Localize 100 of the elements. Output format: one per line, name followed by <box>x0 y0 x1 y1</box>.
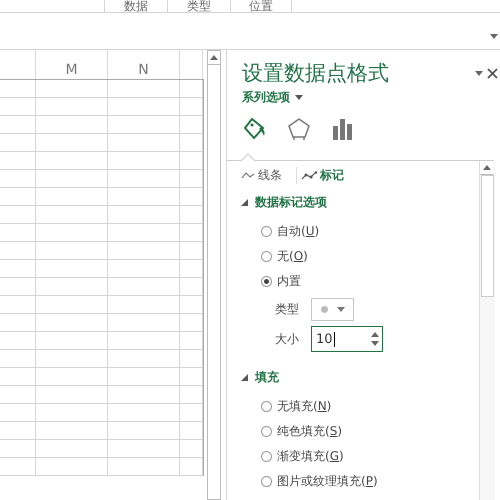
table-cell[interactable] <box>0 260 36 278</box>
table-cell[interactable] <box>0 422 36 440</box>
radio-button[interactable] <box>261 276 272 287</box>
table-cell[interactable] <box>36 332 108 350</box>
scroll-up-button[interactable] <box>480 161 493 175</box>
table-cell[interactable] <box>36 404 108 422</box>
table-cell[interactable] <box>108 332 180 350</box>
table-cell[interactable] <box>0 188 36 206</box>
table-cell[interactable] <box>0 404 36 422</box>
table-cell[interactable] <box>36 116 108 134</box>
table-cell[interactable] <box>108 296 180 314</box>
table-cell[interactable] <box>180 80 203 98</box>
table-cell[interactable] <box>0 80 36 98</box>
table-cell[interactable] <box>180 224 203 242</box>
table-cell[interactable] <box>36 440 108 458</box>
table-cell[interactable] <box>180 242 203 260</box>
table-cell[interactable] <box>180 440 203 458</box>
table-cell[interactable] <box>0 386 36 404</box>
table-cell[interactable] <box>36 350 108 368</box>
table-cell[interactable] <box>180 278 203 296</box>
size-spinner[interactable]: 10 <box>311 326 383 352</box>
table-cell[interactable] <box>180 206 203 224</box>
table-cell[interactable] <box>0 350 36 368</box>
table-cell[interactable] <box>108 80 180 98</box>
table-cell[interactable] <box>180 170 203 188</box>
table-cell[interactable] <box>36 458 108 476</box>
pane-scrollbar[interactable] <box>479 161 495 500</box>
table-cell[interactable] <box>36 80 108 98</box>
table-cell[interactable] <box>180 260 203 278</box>
table-cell[interactable] <box>108 224 180 242</box>
table-cell[interactable] <box>108 260 180 278</box>
table-cell[interactable] <box>108 170 180 188</box>
radio-button[interactable] <box>261 426 272 437</box>
marker-type-dropdown[interactable] <box>311 298 354 320</box>
table-cell[interactable] <box>0 296 36 314</box>
table-cell[interactable] <box>180 422 203 440</box>
table-cell[interactable] <box>36 314 108 332</box>
table-cell[interactable] <box>180 296 203 314</box>
table-cell[interactable] <box>108 350 180 368</box>
table-cell[interactable] <box>108 188 180 206</box>
category-tab[interactable] <box>286 116 312 142</box>
table-cell[interactable] <box>36 368 108 386</box>
table-cell[interactable] <box>0 152 36 170</box>
table-cell[interactable] <box>36 152 108 170</box>
scrollbar[interactable] <box>207 50 221 500</box>
table-cell[interactable] <box>36 134 108 152</box>
table-cell[interactable] <box>0 134 36 152</box>
section-header[interactable]: 数据标记选项 <box>241 189 479 215</box>
close-button[interactable] <box>485 66 500 80</box>
table-cell[interactable] <box>108 314 180 332</box>
table-cell[interactable] <box>36 224 108 242</box>
table-cell[interactable] <box>36 188 108 206</box>
table-cell[interactable] <box>0 170 36 188</box>
table-cell[interactable] <box>36 386 108 404</box>
pane-options-button[interactable] <box>473 68 485 78</box>
table-cell[interactable] <box>108 98 180 116</box>
table-cell[interactable] <box>0 242 36 260</box>
table-cell[interactable] <box>180 332 203 350</box>
pane-tab[interactable]: 线条 <box>241 166 290 184</box>
table-cell[interactable] <box>0 314 36 332</box>
table-cell[interactable] <box>0 458 36 476</box>
table-cell[interactable] <box>36 296 108 314</box>
pane-tab[interactable]: 标记 <box>296 166 352 184</box>
table-cell[interactable] <box>0 440 36 458</box>
table-cell[interactable] <box>0 116 36 134</box>
table-cell[interactable] <box>36 98 108 116</box>
table-cell[interactable] <box>180 458 203 476</box>
table-cell[interactable] <box>108 206 180 224</box>
table-cell[interactable] <box>108 404 180 422</box>
table-cell[interactable] <box>0 224 36 242</box>
table-cell[interactable] <box>36 170 108 188</box>
table-cell[interactable] <box>108 440 180 458</box>
table-cell[interactable] <box>180 188 203 206</box>
radio-button[interactable] <box>261 451 272 462</box>
table-cell[interactable] <box>36 278 108 296</box>
table-cell[interactable] <box>108 278 180 296</box>
table-cell[interactable] <box>0 98 36 116</box>
radio-button[interactable] <box>261 251 272 262</box>
table-cell[interactable] <box>180 368 203 386</box>
table-cell[interactable] <box>108 116 180 134</box>
column-header[interactable]: M <box>36 50 108 79</box>
table-cell[interactable] <box>180 134 203 152</box>
column-header[interactable]: N <box>108 50 180 79</box>
table-cell[interactable] <box>36 242 108 260</box>
table-cell[interactable] <box>0 368 36 386</box>
table-cell[interactable] <box>36 206 108 224</box>
table-cell[interactable] <box>36 422 108 440</box>
table-cell[interactable] <box>180 386 203 404</box>
radio-button[interactable] <box>261 401 272 412</box>
table-cell[interactable] <box>36 260 108 278</box>
table-cell[interactable] <box>108 422 180 440</box>
table-cell[interactable] <box>0 278 36 296</box>
table-cell[interactable] <box>108 386 180 404</box>
table-cell[interactable] <box>180 314 203 332</box>
table-cell[interactable] <box>180 152 203 170</box>
table-cell[interactable] <box>180 116 203 134</box>
section-header[interactable]: 填充 <box>241 364 479 390</box>
table-cell[interactable] <box>108 152 180 170</box>
table-cell[interactable] <box>108 134 180 152</box>
table-cell[interactable] <box>108 368 180 386</box>
